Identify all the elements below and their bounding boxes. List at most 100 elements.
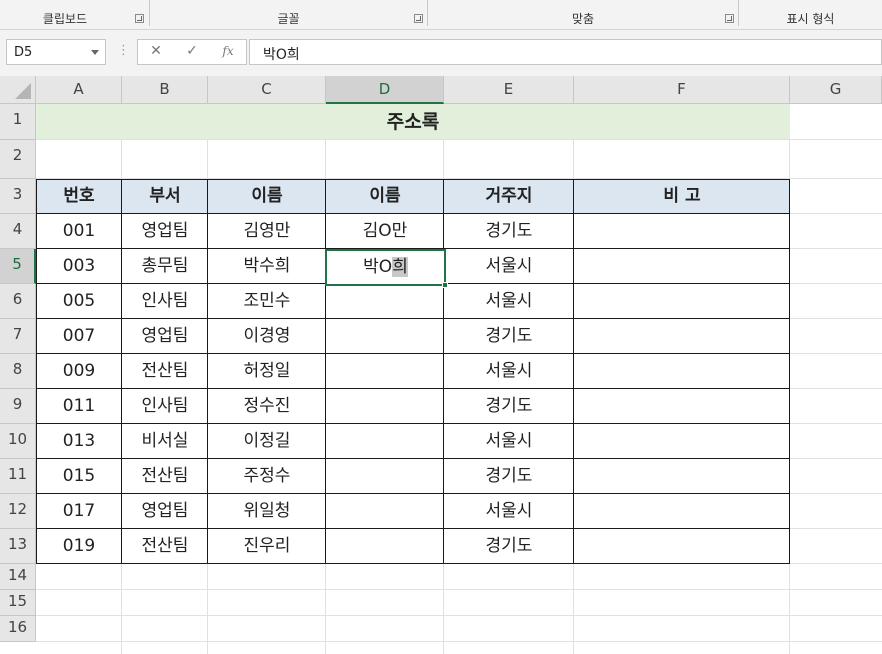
row-header-13[interactable]: 13 [0,529,36,564]
table-cell-masked[interactable] [326,459,444,494]
table-cell-addr[interactable]: 서울시 [444,284,574,319]
table-cell-no[interactable]: 017 [36,494,122,529]
row-header-1[interactable]: 1 [0,104,36,140]
table-cell-name[interactable]: 주정수 [208,459,326,494]
table-header-cell[interactable]: 이름 [326,179,444,214]
row-header-4[interactable]: 4 [0,214,36,249]
table-cell-note[interactable] [574,459,790,494]
table-cell-dept[interactable]: 전산팀 [122,354,208,389]
name-box[interactable]: D5 [6,39,106,65]
table-cell-addr[interactable]: 경기도 [444,319,574,354]
table-cell-addr[interactable]: 서울시 [444,494,574,529]
row-header-8[interactable]: 8 [0,354,36,389]
table-cell-dept[interactable]: 영업팀 [122,494,208,529]
table-cell-dept[interactable]: 영업팀 [122,319,208,354]
row-header-2[interactable]: 2 [0,140,36,179]
table-cell-name[interactable]: 정수진 [208,389,326,424]
table-cell-no[interactable]: 013 [36,424,122,459]
alignment-dialog-launcher-icon[interactable] [725,14,734,23]
table-cell-note[interactable] [574,249,790,284]
table-cell-masked[interactable] [326,494,444,529]
table-cell-no[interactable]: 005 [36,284,122,319]
table-cell-addr[interactable]: 서울시 [444,354,574,389]
table-cell-addr[interactable]: 경기도 [444,389,574,424]
row-header-15[interactable]: 15 [0,590,36,616]
table-cell-dept[interactable]: 인사팀 [122,389,208,424]
table-cell-no[interactable]: 019 [36,529,122,564]
column-header-f[interactable]: F [574,76,790,104]
table-cell-note[interactable] [574,319,790,354]
table-cell-masked[interactable] [326,319,444,354]
row-header-11[interactable]: 11 [0,459,36,494]
table-cell-masked[interactable] [326,354,444,389]
table-cell-no[interactable]: 015 [36,459,122,494]
table-cell-masked[interactable]: 김O만 [326,214,444,249]
table-cell-name[interactable]: 허정일 [208,354,326,389]
table-cell-name[interactable]: 위일청 [208,494,326,529]
table-cell-masked[interactable] [326,424,444,459]
table-cell-masked[interactable] [326,389,444,424]
table-cell-no[interactable]: 011 [36,389,122,424]
column-header-g[interactable]: G [790,76,882,104]
grip-dots-icon[interactable]: ⋮ [117,43,130,58]
row-header-16[interactable]: 16 [0,616,36,642]
table-cell-name[interactable]: 이정길 [208,424,326,459]
table-header-cell[interactable]: 비 고 [574,179,790,214]
table-cell-note[interactable] [574,354,790,389]
row-header-7[interactable]: 7 [0,319,36,354]
table-cell-no[interactable]: 003 [36,249,122,284]
table-cell-masked[interactable] [326,529,444,564]
formula-input[interactable]: 박O희 [249,39,882,65]
table-cell-name[interactable]: 진우리 [208,529,326,564]
table-cell-dept[interactable]: 전산팀 [122,529,208,564]
table-cell-addr[interactable]: 경기도 [444,459,574,494]
insert-function-icon[interactable]: fx [216,44,240,62]
column-header-a[interactable]: A [36,76,122,104]
table-cell-masked[interactable] [326,284,444,319]
table-cell-dept[interactable]: 인사팀 [122,284,208,319]
table-header-cell[interactable]: 이름 [208,179,326,214]
enter-icon[interactable]: ✓ [180,43,204,61]
column-header-c[interactable]: C [208,76,326,104]
row-header-3[interactable]: 3 [0,179,36,214]
column-header-d[interactable]: D [326,76,444,104]
table-header-cell[interactable]: 부서 [122,179,208,214]
clipboard-dialog-launcher-icon[interactable] [135,14,144,23]
table-cell-note[interactable] [574,284,790,319]
table-cell-name[interactable]: 이경영 [208,319,326,354]
table-cell-note[interactable] [574,389,790,424]
select-all-corner[interactable] [0,76,36,104]
table-cell-note[interactable] [574,424,790,459]
row-header-5[interactable]: 5 [0,249,36,284]
table-cell-dept[interactable]: 전산팀 [122,459,208,494]
row-header-9[interactable]: 9 [0,389,36,424]
column-header-e[interactable]: E [444,76,574,104]
table-cell-addr[interactable]: 서울시 [444,424,574,459]
table-cell-name[interactable]: 조민수 [208,284,326,319]
table-cell-addr[interactable]: 경기도 [444,214,574,249]
row-header-10[interactable]: 10 [0,424,36,459]
active-cell-text[interactable]: 박O희 [327,251,444,284]
row-header-14[interactable]: 14 [0,564,36,590]
table-cell-dept[interactable]: 총무팀 [122,249,208,284]
table-cell-no[interactable]: 009 [36,354,122,389]
table-cell-dept[interactable]: 영업팀 [122,214,208,249]
table-cell-addr[interactable]: 경기도 [444,529,574,564]
table-cell-no[interactable]: 001 [36,214,122,249]
table-cell-note[interactable] [574,529,790,564]
cancel-icon[interactable]: ✕ [144,43,168,61]
table-cell-note[interactable] [574,214,790,249]
font-dialog-launcher-icon[interactable] [414,14,423,23]
row-header-12[interactable]: 12 [0,494,36,529]
table-cell-name[interactable]: 김영만 [208,214,326,249]
column-header-b[interactable]: B [122,76,208,104]
table-cell-addr[interactable]: 서울시 [444,249,574,284]
table-cell-dept[interactable]: 비서실 [122,424,208,459]
table-header-cell[interactable]: 번호 [36,179,122,214]
row-header-6[interactable]: 6 [0,284,36,319]
table-cell-no[interactable]: 007 [36,319,122,354]
table-cell-name[interactable]: 박수희 [208,249,326,284]
table-header-cell[interactable]: 거주지 [444,179,574,214]
chevron-down-icon[interactable] [91,50,99,55]
table-cell-note[interactable] [574,494,790,529]
